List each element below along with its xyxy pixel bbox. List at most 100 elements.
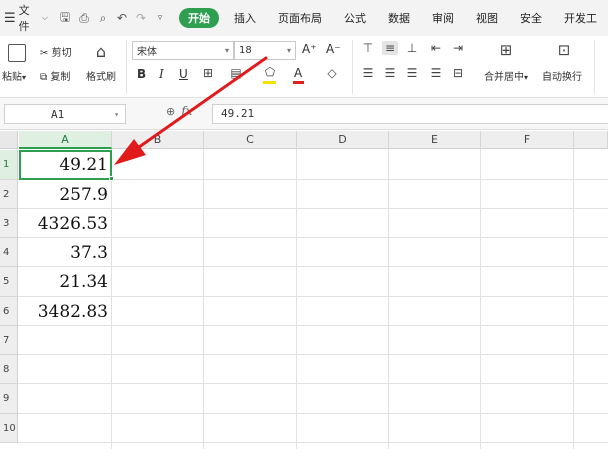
fill-handle[interactable]	[109, 176, 114, 181]
cut-button[interactable]: ✂ 剪切	[40, 44, 72, 59]
tab-page-layout[interactable]: 页面布局	[267, 10, 333, 26]
borders-icon[interactable]: ⊞	[200, 66, 216, 80]
format-painter-button[interactable]: 格式刷	[86, 68, 116, 83]
formula-bar: A1 ▾ ⊕ fx 49.21	[0, 98, 608, 130]
grow-font-icon: A⁺	[302, 42, 317, 56]
row-header-5[interactable]: 5	[0, 267, 18, 297]
font-color-icon: A	[294, 66, 303, 80]
quick-access-toolbar: 🖫 ⎙ ⌕ ↶ ↷ ▿	[58, 8, 167, 29]
row-header-6[interactable]: 6	[0, 297, 18, 326]
cell-a5[interactable]: 21.34	[19, 267, 111, 297]
insert-function-button[interactable]: fx	[181, 104, 192, 118]
save-icon[interactable]: 🖫	[58, 8, 72, 29]
gridline	[480, 149, 481, 449]
font-name-select[interactable]: 宋体 ▾	[132, 41, 234, 60]
copy-button[interactable]: ⧉ 复制	[40, 68, 70, 83]
cell-a4[interactable]: 37.3	[19, 238, 111, 267]
print-icon[interactable]: ⎙	[77, 11, 91, 26]
column-header-b[interactable]: B	[112, 131, 204, 149]
zoom-function-icon[interactable]: ⊕	[166, 105, 175, 118]
clear-format-icon[interactable]: ◇	[324, 66, 340, 80]
select-all-corner[interactable]	[0, 131, 18, 149]
column-header-f[interactable]: F	[481, 131, 574, 149]
name-box[interactable]: A1 ▾	[4, 104, 126, 124]
row-header-1[interactable]: 1	[0, 150, 18, 180]
cut-label: 剪切	[51, 48, 72, 59]
cell-style-icon[interactable]: ▤	[228, 66, 244, 80]
decrease-indent-icon[interactable]: ⇤	[428, 41, 444, 55]
column-header-c[interactable]: C	[204, 131, 297, 149]
shrink-font-button[interactable]: A⁻	[326, 42, 341, 56]
paste-button[interactable]: 粘贴▾	[2, 68, 26, 83]
merge-center-label: 合并居中	[484, 72, 524, 83]
tab-security[interactable]: 安全	[509, 10, 553, 26]
italic-button[interactable]: I	[159, 67, 164, 81]
merge-center-button[interactable]: 合并居中▾	[484, 68, 528, 83]
redo-icon[interactable]: ↷	[134, 11, 148, 25]
column-header-a[interactable]: A	[19, 131, 112, 149]
font-color-bar	[293, 81, 304, 84]
wrap-text-icon[interactable]: ⊡	[556, 41, 572, 59]
formula-input[interactable]: 49.21	[212, 104, 608, 124]
fill-color-icon[interactable]: ⬠	[262, 65, 278, 79]
align-top-icon[interactable]: ⊤	[360, 41, 376, 55]
copy-label: 复制	[50, 72, 71, 83]
row-header-4[interactable]: 4	[0, 238, 18, 267]
tab-data[interactable]: 数据	[377, 10, 421, 26]
row-header-3[interactable]: 3	[0, 209, 18, 238]
cell-a3[interactable]: 4326.53	[19, 209, 111, 238]
tab-formulas[interactable]: 公式	[333, 10, 377, 26]
cell-a6[interactable]: 3482.83	[19, 297, 111, 326]
align-center-icon[interactable]: ☰	[382, 66, 398, 80]
undo-icon[interactable]: ↶	[115, 11, 129, 25]
file-menu[interactable]: ☰ 文件 ⌵	[0, 0, 48, 36]
customize-icon[interactable]: ▿	[153, 13, 167, 23]
distributed-icon[interactable]: ⊟	[450, 66, 466, 80]
chevron-down-icon: ▾	[224, 46, 229, 55]
gridline	[18, 442, 608, 443]
merge-center-icon[interactable]: ⊞	[498, 41, 514, 59]
font-size-select[interactable]: 18 ▾	[234, 41, 296, 60]
tab-home[interactable]: 开始	[179, 8, 219, 28]
column-header-g[interactable]	[574, 131, 608, 149]
cell-a2[interactable]: 257.9	[19, 180, 111, 209]
active-cell-border	[19, 150, 112, 180]
divider	[594, 40, 595, 94]
tab-view[interactable]: 视图	[465, 10, 509, 26]
paste-icon[interactable]	[8, 44, 26, 62]
align-right-icon[interactable]: ☰	[404, 66, 420, 80]
menu-bar: ☰ 文件 ⌵ 🖫 ⎙ ⌕ ↶ ↷ ▿ 开始 插入 页面布局 公式 数据 审阅 视…	[0, 0, 608, 36]
wrap-text-button[interactable]: 自动换行	[542, 68, 582, 83]
gridline	[296, 149, 297, 449]
gridline	[388, 149, 389, 449]
tab-insert[interactable]: 插入	[223, 10, 267, 26]
tab-review[interactable]: 审阅	[421, 10, 465, 26]
fill-color-bar	[263, 81, 276, 84]
bold-icon: B	[137, 67, 147, 81]
row-header-8[interactable]: 8	[0, 355, 18, 384]
row-header-9[interactable]: 9	[0, 384, 18, 414]
bold-button[interactable]: B	[137, 67, 146, 81]
row-header-7[interactable]: 7	[0, 326, 18, 355]
tab-developer[interactable]: 开发工	[553, 10, 608, 26]
spreadsheet-grid: A B C D E F 1 2 3 4 5 6 7 8 9 10 49.21 2…	[0, 131, 608, 449]
column-header-d[interactable]: D	[297, 131, 389, 149]
align-middle-icon[interactable]: ≡	[382, 41, 398, 55]
row-header-10[interactable]: 10	[0, 414, 18, 443]
file-menu-label: 文件	[18, 4, 30, 33]
gridline	[18, 383, 608, 384]
row-header-2[interactable]: 2	[0, 180, 18, 209]
gridline	[18, 413, 608, 414]
column-header-e[interactable]: E	[389, 131, 481, 149]
increase-indent-icon[interactable]: ⇥	[450, 41, 466, 55]
format-painter-icon[interactable]: ⌂	[93, 42, 109, 61]
underline-icon: U	[179, 67, 188, 81]
font-color-button[interactable]: A	[294, 66, 302, 80]
grow-font-button[interactable]: A⁺	[302, 42, 317, 56]
underline-button[interactable]: U	[179, 67, 188, 81]
align-left-icon[interactable]: ☰	[360, 66, 376, 80]
justify-icon[interactable]: ☰	[428, 66, 444, 80]
align-bottom-icon[interactable]: ⊥	[404, 41, 420, 55]
ribbon-tabs: 开始 插入 页面布局 公式 数据 审阅 视图 安全 开发工	[179, 0, 608, 36]
print-preview-icon[interactable]: ⌕	[96, 11, 110, 26]
